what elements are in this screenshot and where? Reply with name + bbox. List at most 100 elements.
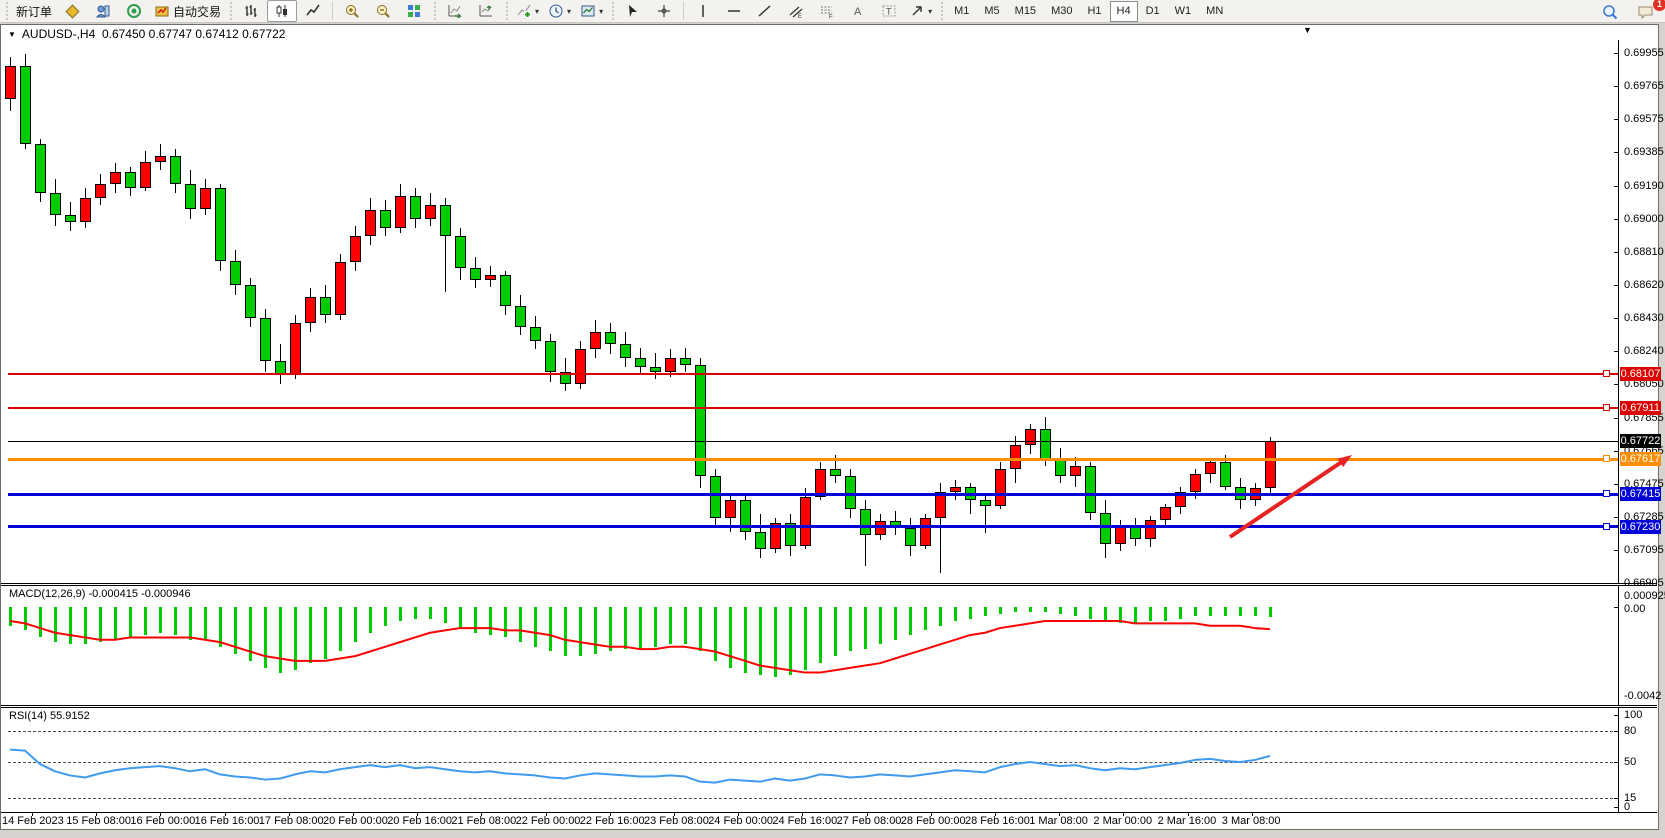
time-axis-label[interactable]: 21 Feb 08:00 bbox=[451, 815, 516, 827]
price-axis-label[interactable]: 0.69575 bbox=[1624, 113, 1664, 125]
cursor-tool-button[interactable] bbox=[618, 0, 648, 22]
horizontal-line-object[interactable] bbox=[8, 525, 1618, 528]
period-button-h1[interactable]: H1 bbox=[1080, 1, 1108, 22]
fibonacci-tool-button[interactable]: F bbox=[812, 0, 842, 22]
time-axis-label[interactable]: 24 Feb 16:00 bbox=[772, 815, 837, 827]
horizontal-line-tool-button[interactable] bbox=[719, 0, 749, 22]
price-axis-label[interactable]: 0.69385 bbox=[1624, 146, 1664, 158]
line-chart-button[interactable] bbox=[298, 0, 328, 22]
equidistant-channel-tool-button[interactable]: E bbox=[781, 0, 811, 22]
price-axis-label[interactable]: 0.69955 bbox=[1624, 47, 1664, 59]
candle-body bbox=[1070, 466, 1081, 476]
hline-drag-marker[interactable] bbox=[1603, 490, 1610, 497]
zoom-in-button[interactable] bbox=[337, 0, 367, 22]
arrows-tool-button[interactable]: ▾ bbox=[905, 0, 936, 22]
market-watch-button[interactable] bbox=[119, 0, 149, 22]
chart-shift-button[interactable] bbox=[471, 0, 501, 22]
time-axis-label[interactable]: 1 Mar 08:00 bbox=[1029, 815, 1088, 827]
period-button-m5[interactable]: M5 bbox=[977, 1, 1006, 22]
zoom-out-button[interactable] bbox=[368, 0, 398, 22]
candlestick-chart-button[interactable] bbox=[267, 0, 297, 22]
text-label-tool-button[interactable]: T bbox=[874, 0, 904, 22]
rsi-axis-label[interactable]: 80 bbox=[1624, 725, 1636, 737]
profiles-button[interactable] bbox=[88, 0, 118, 22]
time-axis-label[interactable]: 27 Feb 08:00 bbox=[837, 815, 902, 827]
horizontal-line-object[interactable] bbox=[8, 373, 1618, 375]
price-axis-label[interactable]: 0.67095 bbox=[1624, 544, 1664, 556]
time-axis-label[interactable]: 28 Feb 16:00 bbox=[965, 815, 1030, 827]
period-button-m30[interactable]: M30 bbox=[1044, 1, 1079, 22]
period-button-w1[interactable]: W1 bbox=[1168, 1, 1199, 22]
time-axis-label[interactable]: 15 Feb 08:00 bbox=[66, 815, 131, 827]
time-axis-label[interactable]: 16 Feb 16:00 bbox=[195, 815, 260, 827]
time-axis-label[interactable]: 14 Feb 2023 bbox=[2, 815, 64, 827]
period-button-h4[interactable]: H4 bbox=[1110, 1, 1138, 22]
macd-histogram-bar bbox=[699, 607, 702, 651]
candle-body bbox=[245, 285, 256, 318]
horizontal-line-object[interactable] bbox=[8, 441, 1618, 442]
horizontal-line-object[interactable] bbox=[8, 458, 1618, 461]
market-watch-icon bbox=[126, 3, 142, 19]
time-axis-label[interactable]: 23 Feb 08:00 bbox=[644, 815, 709, 827]
notifications-button[interactable]: 1 bbox=[1631, 1, 1661, 23]
rsi-axis-label[interactable]: 50 bbox=[1624, 756, 1636, 768]
search-button[interactable] bbox=[1595, 1, 1625, 23]
new-order-button[interactable]: 新订单 bbox=[12, 0, 56, 22]
tile-windows-icon bbox=[406, 3, 422, 19]
time-axis-label[interactable]: 20 Feb 00:00 bbox=[323, 815, 388, 827]
tile-windows-button[interactable] bbox=[399, 0, 429, 22]
time-axis-label[interactable]: 22 Feb 00:00 bbox=[516, 815, 581, 827]
auto-trading-button[interactable]: 自动交易 bbox=[150, 0, 225, 22]
price-axis-label[interactable]: 0.69190 bbox=[1624, 180, 1664, 192]
templates-dropdown-button[interactable]: ▾ bbox=[576, 0, 607, 22]
toolbar-separator bbox=[332, 2, 333, 20]
horizontal-line-object[interactable] bbox=[8, 493, 1618, 496]
candle-body bbox=[410, 196, 421, 219]
time-axis-label[interactable]: 24 Feb 00:00 bbox=[708, 815, 773, 827]
periods-clock-dropdown-button[interactable]: ▾ bbox=[544, 0, 575, 22]
time-axis-label[interactable]: 3 Mar 08:00 bbox=[1222, 815, 1281, 827]
price-axis-label[interactable]: 0.69765 bbox=[1624, 80, 1664, 92]
price-axis-label[interactable]: 0.68620 bbox=[1624, 279, 1664, 291]
collapse-chart-icon[interactable]: ▼ bbox=[8, 30, 16, 39]
svg-text:E: E bbox=[798, 14, 802, 19]
hline-drag-marker[interactable] bbox=[1603, 404, 1610, 411]
price-axis-label[interactable]: 0.69000 bbox=[1624, 213, 1664, 225]
macd-axis-label[interactable]: 0.00 bbox=[1624, 603, 1645, 615]
rsi-axis-label[interactable]: 100 bbox=[1624, 709, 1642, 721]
macd-axis-label[interactable]: 0.000925 bbox=[1624, 590, 1665, 602]
time-axis-label[interactable]: 20 Feb 16:00 bbox=[387, 815, 452, 827]
auto-scroll-button[interactable] bbox=[440, 0, 470, 22]
chart-shift-marker-icon[interactable]: ▼ bbox=[1303, 25, 1312, 35]
price-axis-label[interactable]: 0.66905 bbox=[1624, 577, 1664, 589]
macd-axis-label[interactable]: -0.0042 bbox=[1624, 690, 1661, 702]
new-chart-button[interactable] bbox=[57, 0, 87, 22]
macd-histogram-bar bbox=[1269, 607, 1272, 617]
time-axis-label[interactable]: 2 Mar 00:00 bbox=[1093, 815, 1152, 827]
crosshair-tool-button[interactable] bbox=[649, 0, 679, 22]
period-button-mn[interactable]: MN bbox=[1199, 1, 1230, 22]
indicators-dropdown-button[interactable]: ▾ bbox=[512, 0, 543, 22]
time-axis-label[interactable]: 2 Mar 16:00 bbox=[1158, 815, 1217, 827]
period-button-m15[interactable]: M15 bbox=[1008, 1, 1043, 22]
vertical-line-tool-button[interactable] bbox=[688, 0, 718, 22]
price-axis-label[interactable]: 0.68810 bbox=[1624, 246, 1664, 258]
time-axis-label[interactable]: 28 Feb 00:00 bbox=[901, 815, 966, 827]
text-tool-button[interactable]: A bbox=[843, 0, 873, 22]
price-axis-label[interactable]: 0.68430 bbox=[1624, 312, 1664, 324]
hline-drag-marker[interactable] bbox=[1603, 455, 1610, 462]
period-button-m1[interactable]: M1 bbox=[947, 1, 976, 22]
rsi-axis-label[interactable]: 0 bbox=[1624, 801, 1630, 813]
price-axis-tick bbox=[1614, 583, 1619, 584]
candle-body bbox=[350, 236, 361, 262]
period-button-d1[interactable]: D1 bbox=[1139, 1, 1167, 22]
hline-drag-marker[interactable] bbox=[1603, 370, 1610, 377]
time-axis-label[interactable]: 16 Feb 00:00 bbox=[130, 815, 195, 827]
trendline-tool-button[interactable] bbox=[750, 0, 780, 22]
horizontal-line-object[interactable] bbox=[8, 407, 1618, 409]
time-axis-label[interactable]: 17 Feb 08:00 bbox=[259, 815, 324, 827]
bar-chart-button[interactable] bbox=[236, 0, 266, 22]
hline-drag-marker[interactable] bbox=[1603, 523, 1610, 530]
price-axis-label[interactable]: 0.68240 bbox=[1624, 345, 1664, 357]
time-axis-label[interactable]: 22 Feb 16:00 bbox=[580, 815, 645, 827]
